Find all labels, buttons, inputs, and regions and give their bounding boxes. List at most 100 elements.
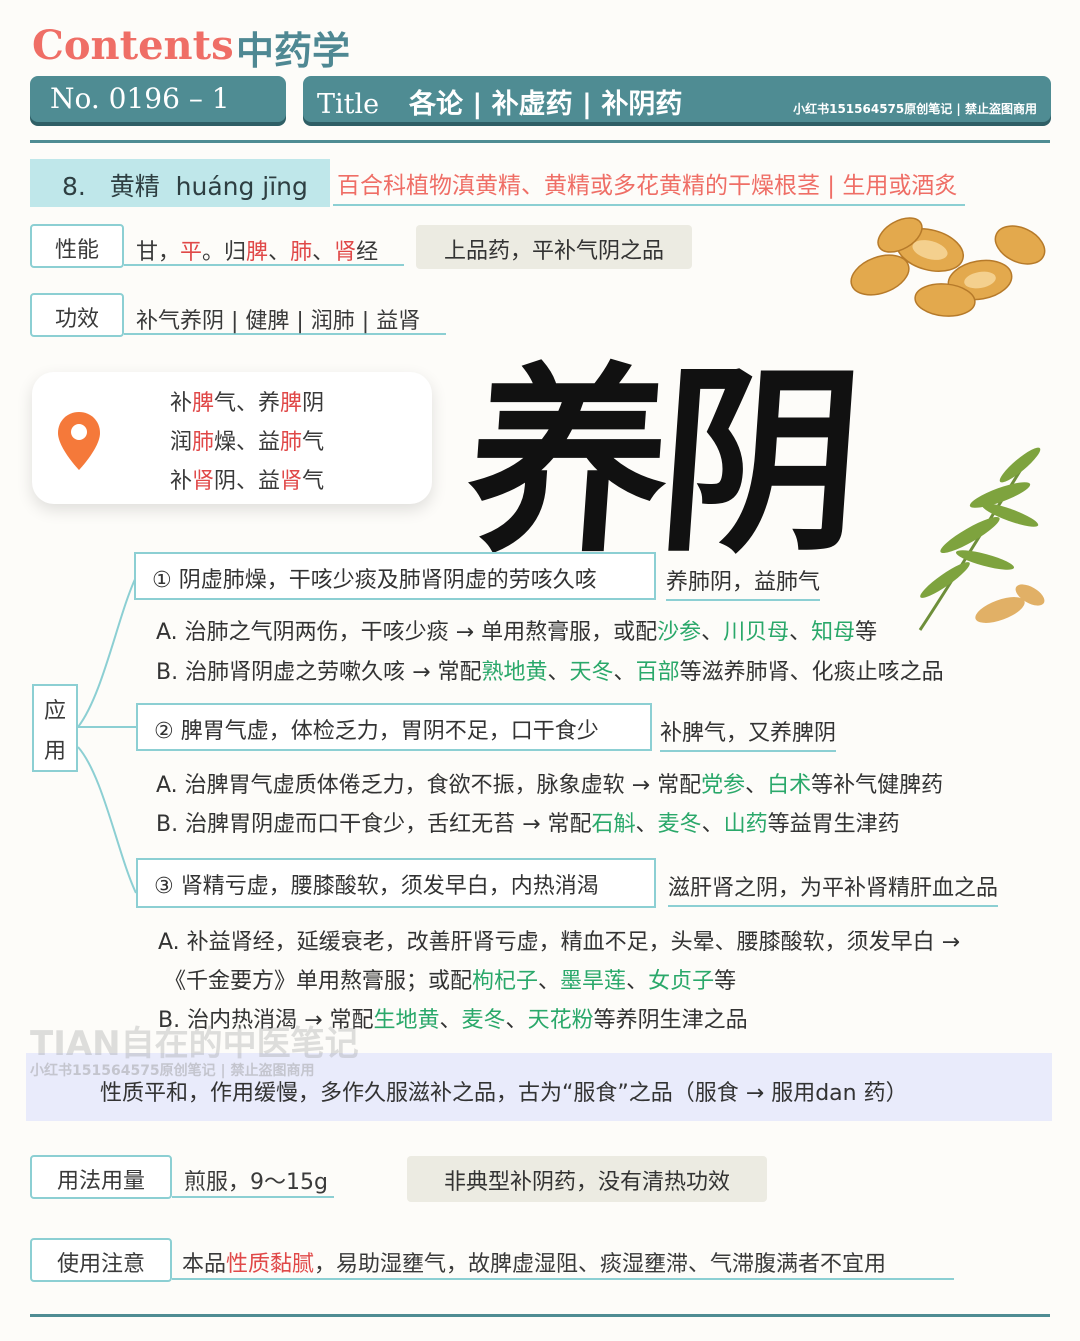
location-pin-icon — [58, 412, 100, 470]
herb-tianhuafen: 天花粉 — [527, 1008, 594, 1033]
text-part: A. 治脾胃气虚质体倦乏力，食欲不振，脉象虚软 → 常配 — [156, 773, 702, 798]
indication-3-box: ③ 肾精亏虚，腰膝酸软，须发早白，内热消渴 — [136, 858, 656, 908]
summary-text: 性质平和，作用缓慢，多作久服滋补之品，古为“服食”之品（服食 → 服用dan 药… — [100, 1081, 908, 1106]
indication-2-detail-a: A. 治脾胃气虚质体倦乏力，食欲不振，脉象虚软 → 常配党参、白术等补气健脾药 — [156, 767, 943, 799]
meridian-lung: 肺 — [290, 240, 313, 265]
text-part: 气 — [302, 469, 325, 494]
herb-shudihuang: 熟地黄 — [481, 660, 548, 685]
indication-1-note: 养肺阴，益肺气 — [666, 564, 821, 601]
text-part: 燥、益 — [214, 430, 281, 455]
herb-mohanlian: 墨旱莲 — [560, 969, 627, 994]
herb-shihu: 石斛 — [591, 812, 636, 837]
title-label: Title — [317, 89, 380, 120]
separator: 、 — [745, 773, 768, 798]
property-text-part: 经 — [356, 240, 379, 265]
title-path: 各论 | 补虚药 | 补阴药 — [409, 89, 683, 120]
text-part: 气、养 — [214, 391, 281, 416]
separator: 、 — [789, 620, 812, 645]
text-part: 补 — [170, 391, 193, 416]
property-tag: 上品药，平补气阴之品 — [416, 225, 692, 269]
meridian-line-lung: 润肺燥、益肺气 — [170, 423, 324, 462]
herb-source: 百合科植物滇黄精、黄精或多花黄精的干燥根茎 | 生用或酒炙 — [333, 166, 966, 206]
text-part: 等益胃生津药 — [767, 812, 900, 837]
text-part: B. 治肺肾阴虚之劳嗽久咳 → 常配 — [156, 660, 482, 685]
property-nature: 平 — [180, 240, 203, 265]
caution-highlight: 性质黏腻 — [226, 1252, 315, 1277]
indication-1-detail-b: B. 治肺肾阴虚之劳嗽久咳 → 常配熟地黄、天冬、百部等滋养肺肾、化痰止咳之品 — [156, 654, 944, 686]
separator: 、 — [268, 240, 291, 265]
footer-divider — [30, 1314, 1050, 1317]
organ-kidney: 肾 — [192, 469, 215, 494]
text-part: ，易助湿壅气，故脾虚湿阻、痰湿壅滞、气滞腹满者不宜用 — [314, 1252, 887, 1277]
herb-zhimu: 知母 — [811, 620, 856, 645]
header-divider — [30, 140, 1050, 143]
usage-label: 用法用量 — [30, 1155, 172, 1199]
indication-2-note: 补脾气，又养脾阴 — [660, 715, 837, 752]
herb-plant-image — [918, 447, 1045, 631]
property-label: 性能 — [30, 224, 124, 268]
usage-tag: 非典型补阴药，没有清热功效 — [407, 1156, 767, 1202]
herb-name: 黄精 — [109, 172, 160, 201]
text-part: A. 治肺之气阴两伤，干咳少痰 → 单用熬膏服，或配 — [156, 620, 658, 645]
usage-text: 煎服，9～15g — [172, 1160, 334, 1198]
herb-name-box: 8. 黄精 huáng jīng — [30, 159, 330, 207]
organ-spleen: 脾 — [280, 391, 303, 416]
dried-herb-slices-image — [850, 217, 1046, 317]
text-part: B. 治脾胃阴虚而口干食少，舌红无苔 → 常配 — [156, 812, 592, 837]
property-taste: 甘， — [136, 240, 181, 265]
herb-maidong: 麦冬 — [461, 1008, 506, 1033]
separator: 、 — [701, 812, 724, 837]
separator: 、 — [538, 969, 561, 994]
indication-3-detail-a2: 《千金要方》单用熬膏服；或配枸杞子、墨旱莲、女贞子等 — [164, 963, 736, 995]
watermark-title: TIAN自在的中医笔记 — [30, 1024, 359, 1064]
meridian-line-spleen: 补脾气、养脾阴 — [170, 384, 324, 423]
text-part: 等补气健脾药 — [811, 773, 944, 798]
copyright-note: 小红书151564575原创笔记 | 禁止盗图商用 — [793, 102, 1037, 116]
text-part: 润 — [170, 430, 193, 455]
separator: 、 — [439, 1008, 462, 1033]
property-text: 甘，平。归脾、肺、肾经 — [124, 228, 404, 266]
herb-shengdihuang: 生地黄 — [373, 1008, 440, 1033]
meridian-line-kidney: 补肾阴、益肾气 — [170, 462, 324, 501]
text-part: 阴 — [302, 391, 325, 416]
effect-text: 补气养阴 | 健脾 | 润肺 | 益肾 — [124, 297, 446, 335]
meridian-kidney: 肾 — [334, 240, 357, 265]
indication-1-box: ① 阴虚肺燥，干咳少痰及肺肾阴虚的劳咳久咳 — [134, 552, 656, 600]
organ-kidney: 肾 — [280, 469, 303, 494]
herb-chuanbeimu: 川贝母 — [723, 620, 790, 645]
title-badge: Title 各论 | 补虚药 | 补阴药 小红书151564575原创笔记 | … — [303, 76, 1051, 122]
note-number-badge: No. 0196 – 1 — [30, 76, 286, 122]
herb-nuzhenzi: 女贞子 — [648, 969, 715, 994]
herb-shashen: 沙参 — [657, 620, 702, 645]
separator: 、 — [613, 660, 636, 685]
herb-pinyin: huáng jīng — [175, 172, 308, 201]
text-part: 等养阴生津之品 — [593, 1008, 748, 1033]
herb-dangshen: 党参 — [701, 773, 746, 798]
indication-2-box: ② 脾胃气虚，体检乏力，胃阴不足，口干食少 — [136, 703, 652, 751]
caution-text: 本品性质黏腻，易助湿壅气，故脾虚湿阻、痰湿壅滞、气滞腹满者不宜用 — [172, 1242, 954, 1280]
application-label: 应 用 — [32, 684, 78, 772]
herb-baibu: 百部 — [635, 660, 680, 685]
meridian-spleen: 脾 — [246, 240, 269, 265]
herb-tiandong: 天冬 — [569, 660, 614, 685]
contents-heading: Contents — [32, 22, 234, 69]
application-tree-connector — [78, 576, 137, 894]
organ-spleen: 脾 — [192, 391, 215, 416]
calligraphy-heading: 养阴 — [460, 345, 862, 580]
subject-heading: 中药学 — [236, 29, 351, 73]
effect-label: 功效 — [30, 293, 124, 337]
indication-2-detail-b: B. 治脾胃阴虚而口干食少，舌红无苔 → 常配石斛、麦冬、山药等益胃生津药 — [156, 806, 900, 838]
indication-3-detail-a1: A. 补益肾经，延缓衰老，改善肝肾亏虚，精血不足，头晕、腰膝酸软，须发早白 → — [158, 930, 961, 955]
text-part: 本品 — [182, 1252, 227, 1277]
herb-maidong: 麦冬 — [657, 812, 702, 837]
herb-baizhu: 白术 — [767, 773, 812, 798]
application-label-char: 应 — [43, 699, 66, 724]
organ-lung: 肺 — [192, 430, 215, 455]
separator: 、 — [547, 660, 570, 685]
application-label-char: 用 — [43, 739, 66, 764]
separator: 、 — [635, 812, 658, 837]
indication-1-detail-a: A. 治肺之气阴两伤，干咳少痰 → 单用熬膏服，或配沙参、川贝母、知母等 — [156, 614, 877, 646]
organ-lung: 肺 — [280, 430, 303, 455]
text-part: 等滋养肺肾、化痰止咳之品 — [679, 660, 944, 685]
indication-3-note: 滋肝肾之阴，为平补肾精肝血之品 — [668, 870, 999, 907]
